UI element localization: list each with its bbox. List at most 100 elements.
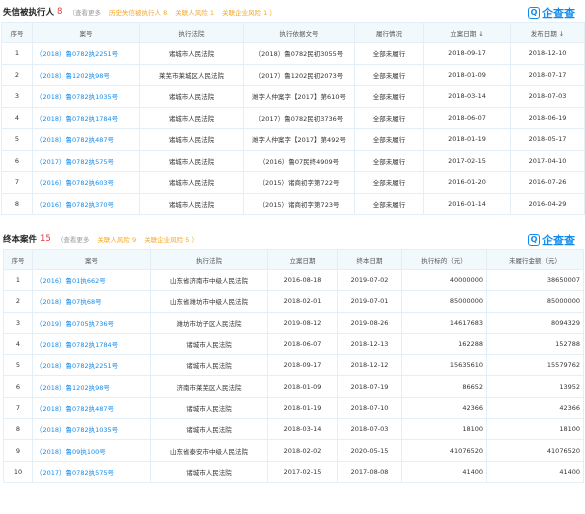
terminated-cases-table: 序号 案号 执行法院 立案日期 终本日期 执行标的（元） 未履行金额（元） 1 （2016）鲁… [3, 249, 584, 483]
column-header-unperformed-amount[interactable]: 未履行金额（元） [486, 249, 584, 270]
related-person-risk-link[interactable]: 关联人风险 1 [175, 9, 214, 17]
basis-doc-number-cell: （2017）鲁1202民初2073号 [243, 63, 355, 86]
basis-doc-number-cell: （2015）诸商初字第722号 [243, 171, 355, 194]
case-number-cell[interactable]: （2018）鲁0782执1784号 [32, 106, 140, 129]
dishonest-debtor-table: 序号 案号 执行法院 执行依据文号 履行情况 立案日期 ↓ 发布日期 ↓ 1 （2018）鲁0… [1, 22, 585, 215]
case-number-cell[interactable]: （2018）鲁09执100号 [32, 439, 151, 462]
publish-date-cell: 2018-06-19 [510, 106, 585, 129]
termination-date-cell: 2018-07-10 [337, 396, 402, 420]
performance-status-cell: 全部未履行 [354, 128, 424, 151]
qichacha-logo: Q 企查查 [528, 5, 575, 21]
basis-doc-number-cell: 潍字人仲案字【2017】第492号 [243, 128, 355, 151]
case-number-cell[interactable]: （2017）鲁0782执575号 [32, 149, 140, 172]
termination-date-cell: 2018-07-19 [337, 375, 402, 398]
case-number-cell[interactable]: （2018）鲁0782执487号 [32, 396, 151, 420]
column-header-court: 执行法院 [139, 22, 244, 43]
execution-amount-cell: 162288 [401, 332, 487, 356]
index-cell: 4 [1, 106, 33, 129]
table-row: 1 （2018）鲁0782执2251号 诸城市人民法院 （2018）鲁0782民初30… [1, 42, 585, 65]
case-number-cell[interactable]: （2019）鲁0705执736号 [32, 311, 151, 334]
filing-date-cell: 2018-03-14 [267, 418, 338, 441]
execution-amount-cell: 85000000 [401, 290, 487, 313]
case-number-cell[interactable]: （2018）鲁0782执487号 [32, 128, 140, 151]
related-person-risk-link[interactable]: 关联人风险 9 [97, 236, 136, 244]
related-company-risk-link[interactable]: 关联企业风险 5 ） [144, 236, 198, 244]
court-cell: 诸城市人民法院 [139, 128, 244, 151]
table-row: 9 （2018）鲁09执100号 山东省泰安市中级人民法院 2018-02-02 202… [3, 439, 584, 462]
filing-date-cell: 2018-09-17 [267, 354, 338, 377]
case-number-cell[interactable]: （2016）鲁01执662号 [32, 268, 151, 292]
execution-amount-cell: 42366 [401, 396, 487, 420]
index-cell: 10 [3, 460, 33, 483]
table-row: 5 （2018）鲁0782执2251号 诸城市人民法院 2018-09-17 2018-… [3, 354, 584, 377]
case-number-cell[interactable]: （2018）鲁07执68号 [32, 290, 151, 313]
related-company-risk-link[interactable]: 关联企业风险 1 ） [222, 9, 276, 17]
column-header-filing-date[interactable]: 立案日期 ↓ [423, 22, 511, 43]
column-header-execution-amount[interactable]: 执行标的（元） [401, 249, 487, 270]
filing-date-cell: 2018-01-09 [423, 63, 511, 86]
court-cell: 山东省潍坊市中级人民法院 [150, 290, 268, 313]
table-row: 6 （2017）鲁0782执575号 诸城市人民法院 （2016）鲁07民终4909号… [1, 149, 585, 172]
court-cell: 诸城市人民法院 [139, 149, 244, 172]
column-header-publish-date[interactable]: 发布日期 ↓ [510, 22, 585, 43]
column-header-index: 序号 [1, 22, 33, 43]
court-cell: 诸城市人民法院 [150, 332, 268, 356]
filing-date-cell: 2016-01-14 [423, 192, 511, 215]
case-number-cell[interactable]: （2018）鲁1202执98号 [32, 63, 140, 86]
case-number-cell[interactable]: （2016）鲁0782执370号 [32, 192, 140, 215]
publish-date-cell: 2016-04-29 [510, 192, 585, 215]
index-cell: 8 [3, 418, 33, 441]
view-more-link[interactable]: （查看更多 [57, 236, 90, 244]
view-more-link[interactable]: （查看更多 [68, 9, 101, 17]
unperformed-amount-cell: 41400 [486, 460, 584, 483]
table-row: 8 （2016）鲁0782执370号 诸城市人民法院 （2015）诸商初字第723号全… [1, 192, 585, 215]
case-number-cell[interactable]: （2018）鲁0782执1784号 [32, 332, 151, 356]
filing-date-cell: 2018-01-19 [423, 128, 511, 151]
qichacha-logo: Q 企查查 [528, 232, 575, 248]
case-number-cell[interactable]: （2018）鲁1202执98号 [32, 375, 151, 398]
execution-amount-cell: 14617683 [401, 311, 487, 334]
column-header-termination-date: 终本日期 [337, 249, 402, 270]
index-cell: 5 [3, 354, 33, 377]
column-header-case-number: 案号 [32, 22, 140, 43]
publish-date-cell: 2016-07-26 [510, 171, 585, 194]
table-header-row: 序号 案号 执行法院 执行依据文号 履行情况 立案日期 ↓ 发布日期 ↓ [1, 22, 585, 43]
filing-date-cell: 2019-08-12 [267, 311, 338, 334]
execution-amount-cell: 86652 [401, 375, 487, 398]
section-count: 15 [40, 234, 51, 244]
case-number-cell[interactable]: （2018）鲁0782执1035号 [32, 85, 140, 108]
section-links: （查看更多 历史失信被执行人 8 关联人风险 1 关联企业风险 1 ） [68, 7, 275, 17]
case-number-cell[interactable]: （2018）鲁0782执2251号 [32, 42, 140, 65]
case-number-cell[interactable]: （2018）鲁0782执1035号 [32, 418, 151, 441]
performance-status-cell: 全部未履行 [354, 192, 424, 215]
execution-amount-cell: 41400 [401, 460, 487, 483]
publish-date-cell: 2018-07-03 [510, 85, 585, 108]
column-header-case-number: 案号 [32, 249, 151, 270]
index-cell: 1 [3, 268, 33, 292]
table-row: 3 （2018）鲁0782执1035号 诸城市人民法院 潍字人仲案字【2017】第61… [1, 85, 585, 108]
case-number-cell[interactable]: （2016）鲁0782执603号 [32, 171, 140, 194]
execution-amount-cell: 40000000 [401, 268, 487, 292]
index-cell: 6 [1, 149, 33, 172]
qichacha-logo-text: 企查查 [542, 234, 575, 247]
case-number-cell[interactable]: （2017）鲁0782执575号 [32, 460, 151, 483]
basis-doc-number-cell: （2016）鲁07民终4909号 [243, 149, 355, 172]
termination-date-cell: 2018-12-12 [337, 354, 402, 377]
case-number-cell[interactable]: （2018）鲁0782执2251号 [32, 354, 151, 377]
table-row: 3 （2019）鲁0705执736号 潍坊市坊子区人民法院 2019-08-12 201… [3, 311, 584, 334]
column-header-court: 执行法院 [150, 249, 268, 270]
filing-date-cell: 2018-03-14 [423, 85, 511, 108]
performance-status-cell: 全部未履行 [354, 106, 424, 129]
court-cell: 诸城市人民法院 [150, 396, 268, 420]
termination-date-cell: 2018-07-03 [337, 418, 402, 441]
unperformed-amount-cell: 85000000 [486, 290, 584, 313]
index-cell: 3 [1, 85, 33, 108]
termination-date-cell: 2019-07-01 [337, 290, 402, 313]
termination-date-cell: 2020-05-15 [337, 439, 402, 462]
history-dishonest-link[interactable]: 历史失信被执行人 8 [109, 9, 167, 17]
table-row: 2 （2018）鲁1202执98号 莱芜市莱城区人民法院 （2017）鲁1202民初2… [1, 63, 585, 86]
publish-date-cell: 2018-07-17 [510, 63, 585, 86]
filing-date-cell: 2018-06-07 [267, 332, 338, 356]
column-header-basis-doc-number: 执行依据文号 [243, 22, 355, 43]
filing-date-cell: 2018-06-07 [423, 106, 511, 129]
